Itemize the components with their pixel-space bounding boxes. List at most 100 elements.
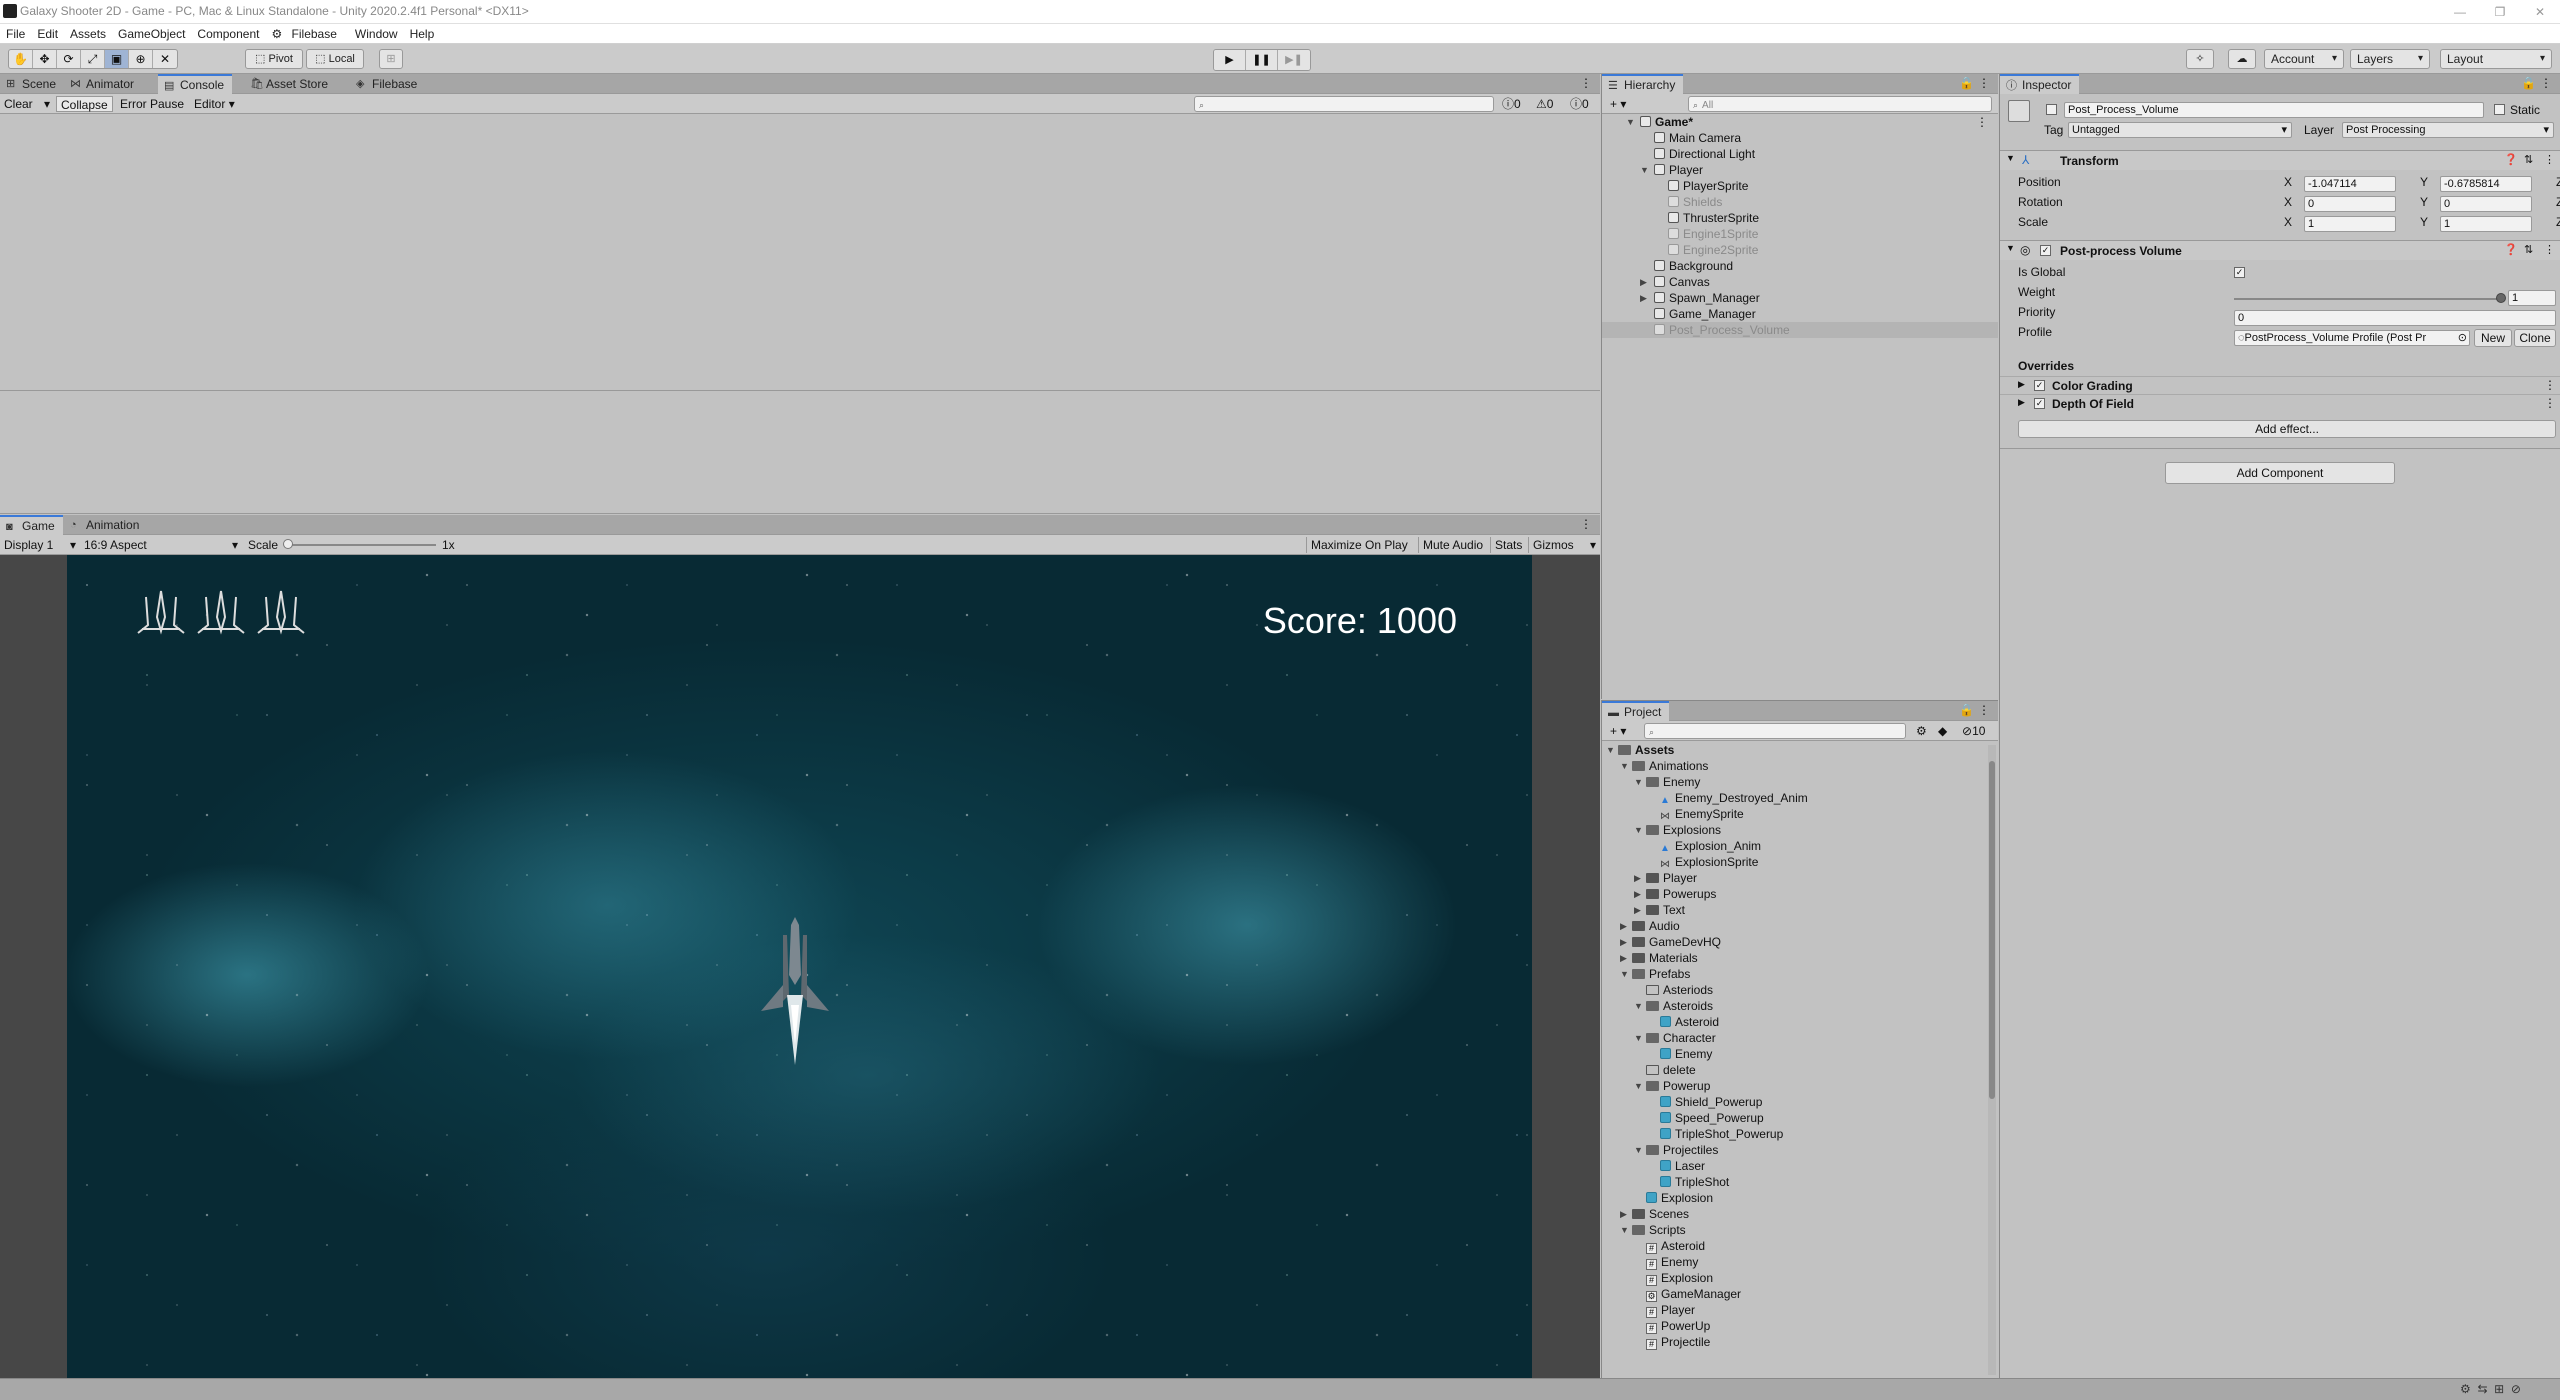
ppv-enabled-checkbox[interactable]: ✓ bbox=[2040, 245, 2051, 256]
collapsed-arrow-icon[interactable]: ▶ bbox=[1620, 950, 1627, 966]
project-item[interactable]: ▼ Scripts bbox=[1602, 1222, 1986, 1238]
project-item[interactable]: ⋈ ExplosionSprite bbox=[1602, 854, 1986, 870]
scale-slider[interactable] bbox=[288, 544, 436, 546]
scene-menu-icon[interactable]: ⋮ bbox=[1976, 114, 1988, 130]
weight-slider[interactable] bbox=[2234, 298, 2504, 300]
hierarchy-search-input[interactable]: ⌕ All bbox=[1688, 96, 1992, 112]
layer-dropdown[interactable]: Post Processing ▾ bbox=[2342, 122, 2554, 138]
hierarchy-item[interactable]: Background bbox=[1602, 258, 1998, 274]
project-search-input[interactable]: ⌕ bbox=[1644, 723, 1906, 739]
scale-tool-icon[interactable]: ⤢ bbox=[81, 50, 105, 68]
hierarchy-item[interactable]: Shields bbox=[1602, 194, 1998, 210]
project-item[interactable]: ▶ GameDevHQ bbox=[1602, 934, 1986, 950]
pause-icon[interactable]: ❚❚ bbox=[1246, 50, 1278, 70]
project-item[interactable]: ▶ Scenes bbox=[1602, 1206, 1986, 1222]
transform-header[interactable]: ▼ ⅄ Transform ❓ ⇅ ⋮ bbox=[2000, 150, 2560, 170]
tab-asset-store[interactable]: 🛍 Asset Store bbox=[244, 74, 336, 94]
maximize-icon[interactable]: ❐ bbox=[2480, 2, 2520, 22]
minimize-icon[interactable]: — bbox=[2440, 2, 2480, 22]
rect-tool-icon[interactable]: ▣ bbox=[105, 50, 129, 68]
console-splitter[interactable] bbox=[0, 390, 1600, 391]
close-icon[interactable]: ✕ bbox=[2520, 2, 2560, 22]
menu-edit[interactable]: Edit bbox=[31, 24, 64, 43]
project-item[interactable]: ▼ Character bbox=[1602, 1030, 1986, 1046]
menu-filebase[interactable]: ⚙ Filebase bbox=[265, 24, 348, 43]
project-item[interactable]: Speed_Powerup bbox=[1602, 1110, 1986, 1126]
is-global-checkbox[interactable]: ✓ bbox=[2234, 267, 2245, 278]
account-dropdown[interactable]: Account bbox=[2264, 49, 2344, 69]
project-lock-icon[interactable]: 🔒 bbox=[1959, 703, 1974, 717]
hierarchy-item[interactable]: Game_Manager bbox=[1602, 306, 1998, 322]
project-item[interactable]: ▼ Enemy bbox=[1602, 774, 1986, 790]
menu-assets[interactable]: Assets bbox=[64, 24, 112, 43]
expanded-arrow-icon[interactable]: ▼ bbox=[1634, 822, 1643, 838]
error-count[interactable]: ⓘ0 bbox=[1566, 96, 1593, 112]
hierarchy-item[interactable]: ▶ Spawn_Manager bbox=[1602, 290, 1998, 306]
weight-field[interactable]: 1 bbox=[2508, 290, 2556, 306]
override-foldout-icon[interactable]: ▶ bbox=[2018, 379, 2025, 390]
cloud-icon[interactable]: ☁ bbox=[2228, 49, 2256, 69]
override-menu-icon[interactable]: ⋮ bbox=[2544, 378, 2556, 392]
clear-dropdown-icon[interactable]: ▾ bbox=[40, 96, 54, 112]
hierarchy-item[interactable]: Engine1Sprite bbox=[1602, 226, 1998, 242]
project-item[interactable]: Explosion bbox=[1602, 1190, 1986, 1206]
project-item[interactable]: # Explosion bbox=[1602, 1270, 1986, 1286]
project-item[interactable]: ▼ Powerup bbox=[1602, 1078, 1986, 1094]
project-item[interactable]: # Enemy bbox=[1602, 1254, 1986, 1270]
static-checkbox[interactable] bbox=[2494, 104, 2505, 115]
project-item[interactable]: ▶ Player bbox=[1602, 870, 1986, 886]
grid-snap-icon[interactable]: ⊞ bbox=[379, 49, 403, 69]
editor-dropdown[interactable]: Editor ▾ bbox=[190, 96, 239, 112]
ppv-foldout-icon[interactable]: ▼ bbox=[2006, 243, 2015, 253]
aspect-dropdown[interactable]: 16:9 Aspect ▾ bbox=[80, 537, 240, 553]
project-item[interactable]: ▶ Materials bbox=[1602, 950, 1986, 966]
expanded-arrow-icon[interactable]: ▼ bbox=[1634, 1142, 1643, 1158]
clone-profile-button[interactable]: Clone bbox=[2514, 329, 2556, 347]
priority-field[interactable]: 0 bbox=[2234, 310, 2556, 326]
hierarchy-item[interactable]: ▶ Canvas bbox=[1602, 274, 1998, 290]
progress-icon[interactable]: ⚙ bbox=[2460, 1382, 2471, 1396]
rotation-y-field[interactable]: 0 bbox=[2440, 196, 2532, 212]
pivot-toggle[interactable]: ⬚ Pivot bbox=[245, 49, 303, 69]
project-item[interactable]: ▼ Projectiles bbox=[1602, 1142, 1986, 1158]
expanded-arrow-icon[interactable]: ▼ bbox=[1620, 966, 1629, 982]
tab-animation[interactable]: ◔ Animation bbox=[64, 515, 147, 535]
tab-project[interactable]: ▬ Project bbox=[1602, 701, 1670, 721]
project-item[interactable]: ▶ Powerups bbox=[1602, 886, 1986, 902]
override-item[interactable]: ▶ ✓ Depth Of Field ⋮ bbox=[2000, 394, 2560, 412]
custom-tool-icon[interactable]: ✕ bbox=[153, 50, 177, 68]
collapsed-arrow-icon[interactable]: ▶ bbox=[1620, 934, 1627, 950]
object-picker-icon[interactable]: ⊙ bbox=[2458, 331, 2467, 345]
override-enabled-checkbox[interactable]: ✓ bbox=[2034, 398, 2045, 409]
collapsed-arrow-icon[interactable]: ▶ bbox=[1640, 274, 1647, 290]
override-enabled-checkbox[interactable]: ✓ bbox=[2034, 380, 2045, 391]
tab-console[interactable]: ▤ Console bbox=[158, 74, 233, 94]
add-component-button[interactable]: Add Component bbox=[2165, 462, 2395, 484]
gizmos-dropdown[interactable]: Gizmos ▾ bbox=[1528, 537, 1598, 553]
menu-window[interactable]: Window bbox=[349, 24, 404, 43]
filter-by-label-icon[interactable]: ◆ bbox=[1934, 723, 1951, 739]
collapsed-arrow-icon[interactable]: ▶ bbox=[1640, 290, 1647, 306]
collapsed-arrow-icon[interactable]: ▶ bbox=[1634, 886, 1641, 902]
ppv-menu-icon[interactable]: ⋮ bbox=[2544, 243, 2555, 256]
expanded-arrow-icon[interactable]: ▼ bbox=[1640, 162, 1649, 178]
project-item[interactable]: ▲ Explosion_Anim bbox=[1602, 838, 1986, 854]
game-screen[interactable]: Score: 1000 bbox=[67, 555, 1532, 1378]
hierarchy-item[interactable]: Engine2Sprite bbox=[1602, 242, 1998, 258]
project-item[interactable]: # Asteroid bbox=[1602, 1238, 1986, 1254]
tab-inspector[interactable]: ⓘ Inspector bbox=[2000, 74, 2080, 94]
collapsed-arrow-icon[interactable]: ▶ bbox=[1620, 1206, 1627, 1222]
display-dropdown[interactable]: Display 1 ▾ bbox=[0, 537, 78, 553]
panel-menu-icon[interactable]: ⋮ bbox=[1580, 76, 1592, 90]
project-create-button[interactable]: + ▾ bbox=[1606, 723, 1630, 739]
hierarchy-item[interactable]: Post_Process_Volume bbox=[1602, 322, 1998, 338]
hand-tool-icon[interactable]: ✋ bbox=[9, 50, 33, 68]
hidden-packages-toggle[interactable]: ⊘10 bbox=[1958, 723, 1989, 739]
local-toggle[interactable]: ⬚ Local bbox=[306, 49, 364, 69]
project-item[interactable]: ▼ Assets bbox=[1602, 742, 1986, 758]
new-profile-button[interactable]: New bbox=[2474, 329, 2512, 347]
hierarchy-item[interactable]: Directional Light bbox=[1602, 146, 1998, 162]
game-panel-menu-icon[interactable]: ⋮ bbox=[1580, 517, 1592, 531]
tab-game[interactable]: ◙ Game bbox=[0, 515, 63, 535]
position-y-field[interactable]: -0.6785814 bbox=[2440, 176, 2532, 192]
